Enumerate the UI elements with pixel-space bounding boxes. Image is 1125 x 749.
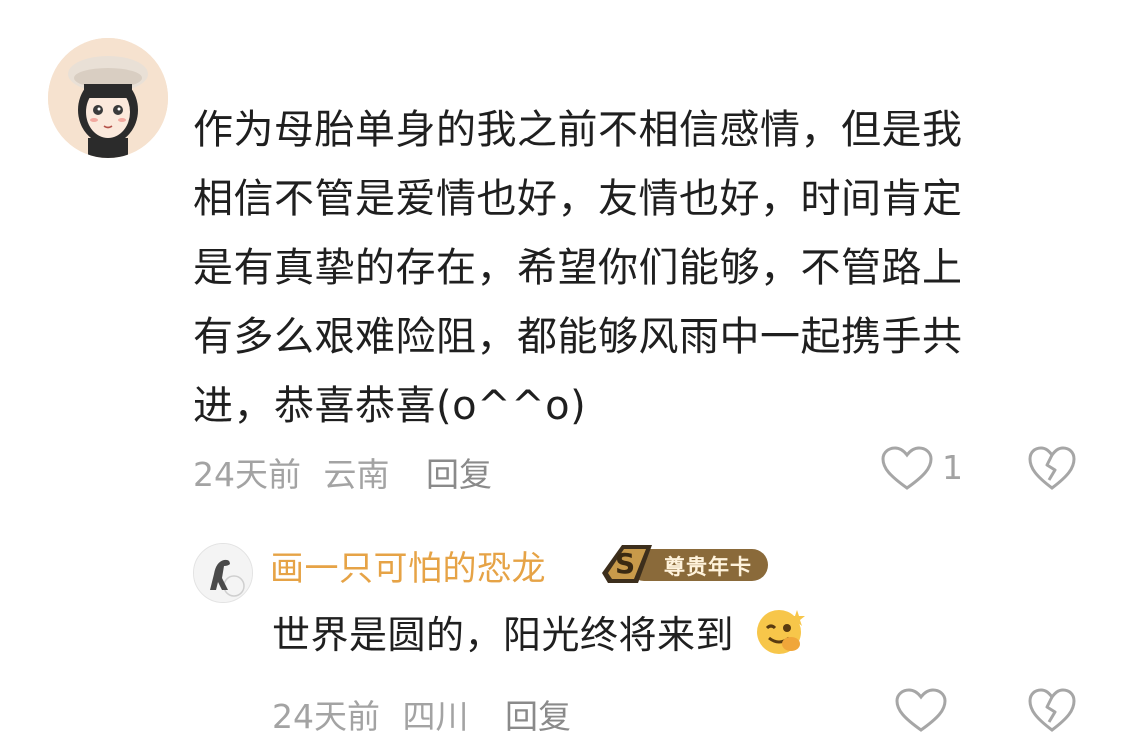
reply-time: 24天前 <box>272 697 380 736</box>
reply-avatar[interactable] <box>193 543 253 603</box>
comment-line: 相信不管是爱情也好，友情也好，时间肯定 <box>193 176 963 222</box>
heart-outline-icon[interactable] <box>880 446 934 492</box>
like-count: 1 <box>942 448 963 487</box>
avatar[interactable] <box>48 38 168 158</box>
wink-emoji-icon <box>751 604 809 665</box>
reply-location: 四川 <box>402 697 469 736</box>
comment-line: 作为母胎单身的我之前不相信感情，但是我 <box>193 107 963 153</box>
broken-heart-icon[interactable] <box>1027 688 1077 734</box>
reply-reply-button[interactable]: 回复 <box>505 697 571 736</box>
reply-text: 世界是圆的，阳光终将来到 <box>272 604 809 665</box>
comment-line: 是有真挚的存在，希望你们能够，不管路上 <box>193 245 963 291</box>
vip-badge: S 尊贵年卡 <box>598 543 770 587</box>
badge-label: 尊贵年卡 <box>664 555 752 579</box>
comment-location: 云南 <box>323 455 390 494</box>
reply-meta: 24天前 四川 回复 <box>272 690 571 738</box>
broken-heart-icon[interactable] <box>1027 446 1077 492</box>
comment-line: 进，恭喜恭喜(o^^o) <box>193 383 587 429</box>
comment-line: 有多么艰难险阻，都能够风雨中一起携手共 <box>193 314 963 360</box>
comment-time: 24天前 <box>193 455 301 494</box>
reply-username[interactable]: 画一只可怕的恐龙 <box>270 541 546 590</box>
dinosaur-avatar-icon <box>194 544 252 602</box>
reply-text-content: 世界是圆的，阳光终将来到 <box>272 613 735 657</box>
comment-meta: 24天前 云南 回复 <box>193 448 492 496</box>
avatar-girl-illustration <box>48 38 168 158</box>
badge-letter: S <box>615 547 636 580</box>
heart-outline-icon[interactable] <box>894 688 948 734</box>
comment-text: 作为母胎单身的我之前不相信感情，但是我 相信不管是爱情也好，友情也好，时间肯定 … <box>193 96 1063 441</box>
reply-button[interactable]: 回复 <box>426 455 492 494</box>
